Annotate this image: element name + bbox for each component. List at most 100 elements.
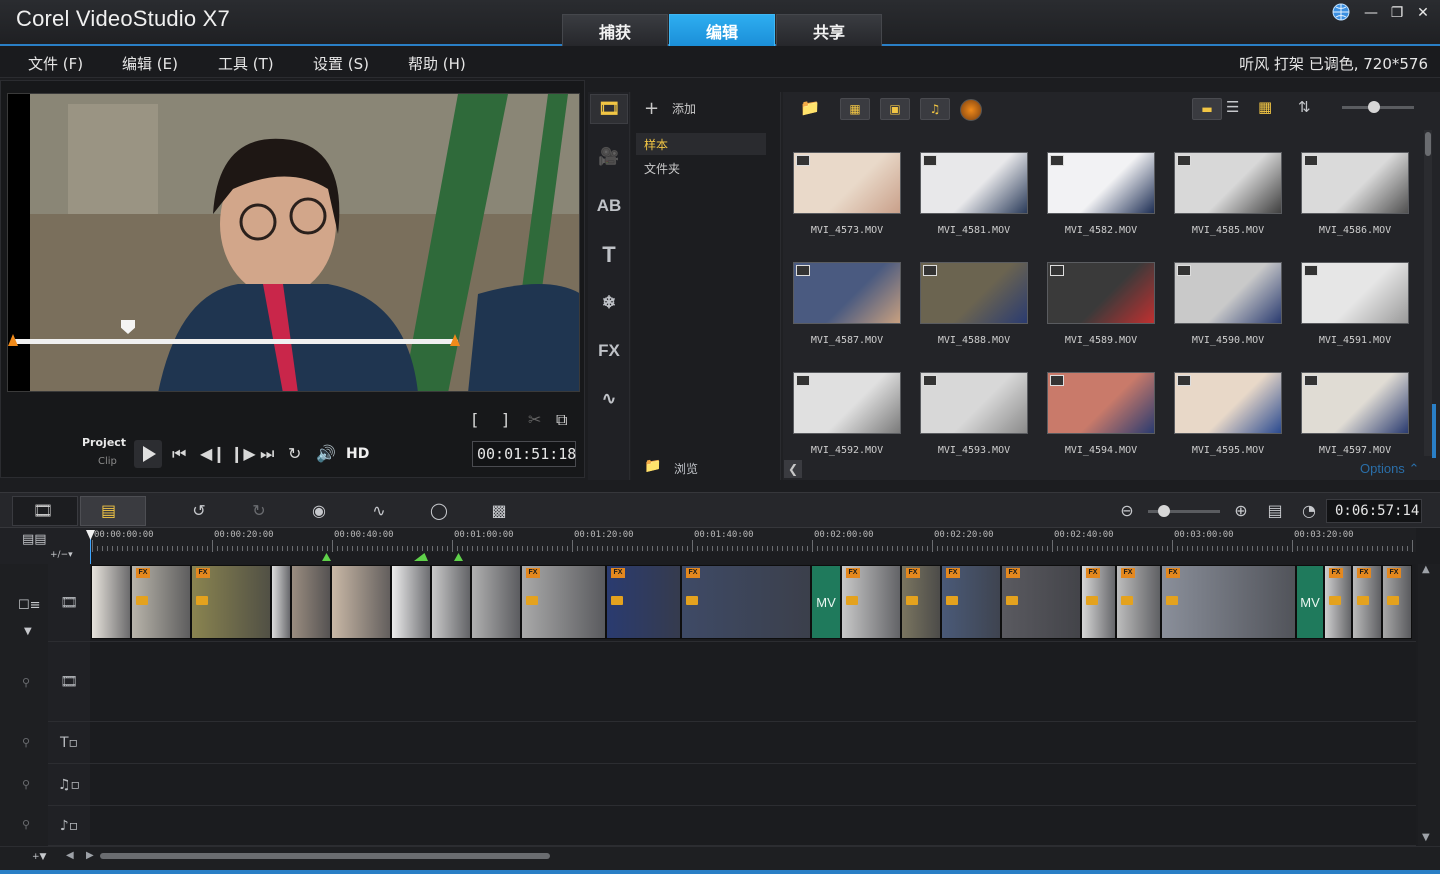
library-thumbnail[interactable]: [1174, 262, 1282, 324]
timeline-ruler[interactable]: [90, 528, 1416, 552]
mark-in-icon[interactable]: [: [472, 410, 478, 429]
show-audio-button[interactable]: ♫: [920, 98, 950, 120]
chapter-marker[interactable]: [414, 553, 428, 561]
library-thumbnail[interactable]: [920, 152, 1028, 214]
library-thumbnail[interactable]: [920, 372, 1028, 434]
thumbnail-size-handle[interactable]: [1368, 101, 1380, 113]
minimize-icon[interactable]: —: [1360, 4, 1382, 22]
library-thumbnail[interactable]: [1301, 262, 1409, 324]
filter-fx-icon[interactable]: FX: [595, 338, 623, 364]
library-thumbnail[interactable]: [1047, 262, 1155, 324]
scroll-down-icon[interactable]: ▼: [1422, 832, 1430, 843]
record-capture-icon[interactable]: ◉: [306, 500, 332, 522]
lock-icon[interactable]: ⚲: [22, 778, 30, 791]
scroll-left-icon[interactable]: ◀: [66, 850, 74, 861]
hd-preview-button[interactable]: HD: [346, 446, 369, 462]
zoom-in-icon[interactable]: ⊕: [1228, 500, 1254, 522]
voice-track-header[interactable]: ♫▫: [48, 764, 90, 806]
music-track[interactable]: [90, 806, 1416, 846]
library-scroll-thumb[interactable]: [1425, 132, 1431, 156]
show-photos-button[interactable]: ▣: [880, 98, 910, 120]
folder-item-sample[interactable]: 样本: [636, 133, 766, 155]
volume-icon[interactable]: 🔊: [316, 444, 336, 463]
options-button[interactable]: Options ⌃: [1360, 461, 1419, 477]
library-thumbnail[interactable]: [920, 262, 1028, 324]
track-manager-icon[interactable]: ▤▤: [22, 532, 47, 547]
enlarge-preview-icon[interactable]: ⧉: [556, 410, 567, 430]
clip-mode-label[interactable]: Clip: [98, 456, 117, 467]
overlay-track[interactable]: [90, 642, 1416, 722]
library-thumbnail[interactable]: [793, 372, 901, 434]
timeline-horizontal-scroll-thumb[interactable]: [100, 853, 550, 859]
timeline-vertical-scrollbar[interactable]: [1418, 564, 1440, 846]
menu-edit[interactable]: 编辑 (E): [122, 53, 178, 74]
library-thumbnail[interactable]: [1301, 372, 1409, 434]
title-track-header[interactable]: T▫: [48, 722, 90, 764]
close-icon[interactable]: ✕: [1412, 4, 1434, 22]
restore-icon[interactable]: ❐: [1386, 4, 1408, 22]
scroll-up-icon[interactable]: ▲: [1422, 564, 1430, 575]
add-remove-chapter-icon[interactable]: +/−▾: [50, 550, 73, 560]
redo-icon[interactable]: ↻: [246, 500, 272, 522]
voice-track[interactable]: [90, 764, 1416, 806]
menu-file[interactable]: 文件 (F): [28, 53, 83, 74]
library-thumbnail[interactable]: [793, 152, 901, 214]
grid-view-icon[interactable]: ▦: [1258, 98, 1272, 116]
scrub-bar[interactable]: [14, 339, 458, 344]
zoom-slider-handle[interactable]: [1158, 505, 1170, 517]
timecode-field[interactable]: 00:01:51:18: [472, 441, 576, 467]
sound-mixer-icon[interactable]: ∿: [366, 500, 392, 522]
fit-project-icon[interactable]: ▤: [1262, 500, 1288, 522]
transition-icon[interactable]: AB: [595, 193, 623, 219]
scroll-right-icon[interactable]: ▶: [86, 850, 94, 861]
music-track-header[interactable]: ♪▫: [48, 806, 90, 846]
ripple-dropdown-icon[interactable]: ▼: [24, 626, 32, 637]
title-icon[interactable]: T: [595, 242, 623, 268]
video-track-header[interactable]: 🎞: [48, 564, 90, 642]
overlay-track-header[interactable]: 🎞: [48, 642, 90, 722]
list-view-large-button[interactable]: ▬: [1192, 98, 1222, 120]
library-edge-handle[interactable]: [1432, 404, 1436, 458]
list-view-icon[interactable]: ☰: [1226, 98, 1239, 116]
video-track[interactable]: [90, 564, 1416, 642]
sort-icon[interactable]: ⇅: [1298, 98, 1311, 116]
instant-project-icon[interactable]: 🎥: [595, 144, 623, 170]
library-thumbnail[interactable]: [1174, 152, 1282, 214]
folder-icon[interactable]: 📁: [800, 98, 820, 117]
ripple-editing-icon[interactable]: ☐≡: [18, 598, 41, 613]
project-mode-label[interactable]: Project: [82, 436, 126, 449]
collapse-library-icon[interactable]: ❮: [784, 460, 802, 478]
show-videos-button[interactable]: ▦: [840, 98, 870, 120]
menu-help[interactable]: 帮助 (H): [408, 53, 466, 74]
library-thumbnail[interactable]: [1301, 152, 1409, 214]
lock-icon[interactable]: ⚲: [22, 818, 30, 831]
home-icon[interactable]: ⏮: [172, 444, 186, 464]
graphic-icon[interactable]: ❄: [595, 290, 623, 316]
sort-by-icon[interactable]: [960, 99, 982, 121]
library-thumbnail[interactable]: [1047, 372, 1155, 434]
chapter-marker[interactable]: [322, 553, 331, 561]
add-folder-button[interactable]: 添加: [672, 100, 696, 117]
library-thumbnail[interactable]: [793, 262, 901, 324]
library-thumbnail[interactable]: [1174, 372, 1282, 434]
previous-frame-icon[interactable]: ◀❙: [200, 444, 226, 463]
globe-icon[interactable]: [1330, 3, 1352, 21]
zoom-out-icon[interactable]: ⊖: [1114, 500, 1140, 522]
lock-icon[interactable]: ⚲: [22, 676, 30, 689]
storyboard-view-button[interactable]: 🎞: [12, 496, 78, 526]
title-track[interactable]: [90, 722, 1416, 764]
next-frame-icon[interactable]: ❙▶: [230, 444, 256, 463]
subtitle-editor-icon[interactable]: ▩: [486, 500, 512, 522]
chapter-marker[interactable]: [454, 553, 463, 561]
repeat-icon[interactable]: ↻: [288, 444, 301, 463]
menu-tools[interactable]: 工具 (T): [218, 53, 274, 74]
browse-button[interactable]: 浏览: [674, 460, 698, 477]
auto-music-icon[interactable]: ◯: [426, 500, 452, 522]
add-icon[interactable]: +: [644, 98, 659, 119]
mark-out-icon[interactable]: ]: [502, 410, 508, 429]
end-icon[interactable]: ⏭: [260, 444, 274, 464]
tab-capture[interactable]: 捕获: [562, 14, 668, 46]
tab-edit[interactable]: 编辑: [669, 14, 775, 46]
play-button[interactable]: [134, 440, 162, 468]
split-icon[interactable]: ✂: [528, 410, 541, 429]
